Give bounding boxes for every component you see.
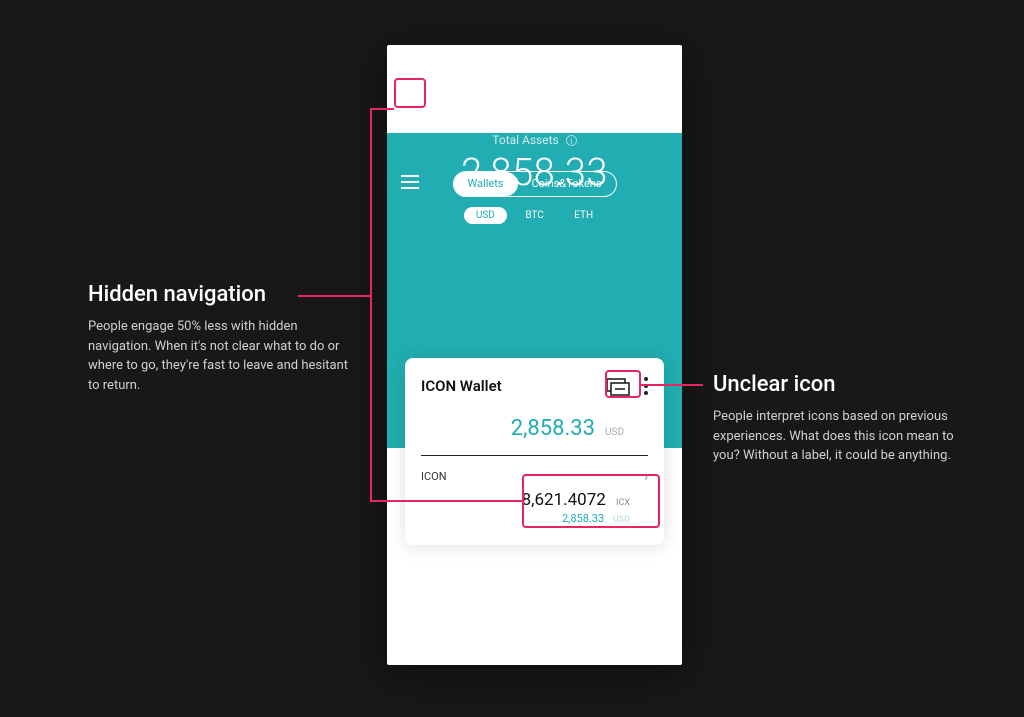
more-icon[interactable] — [644, 377, 648, 395]
coin-fiat: 2,858.33 — [562, 512, 604, 525]
tab-wallets[interactable]: Wallets — [453, 172, 517, 196]
coin-fiat-symbol: USD — [613, 515, 630, 525]
tab-coins-tokens[interactable]: Coins&Tokens — [517, 172, 615, 196]
coin-amount-symbol: ICX — [616, 498, 630, 508]
phone-mockup: Wallets Coins&Tokens Total Assets i 2,85… — [387, 45, 682, 665]
wallet-card-title: ICON Wallet — [421, 377, 606, 395]
annotation-left-body: People engage 50% less with hidden navig… — [88, 317, 358, 395]
currency-usd[interactable]: USD — [464, 207, 507, 224]
annotation-hidden-navigation: Hidden navigation People engage 50% less… — [88, 282, 358, 395]
swap-icon[interactable] — [606, 376, 630, 396]
segment-toggle[interactable]: Wallets Coins&Tokens — [452, 171, 616, 197]
currency-btc[interactable]: BTC — [513, 207, 555, 224]
annotation-right-body: People interpret icons based on previous… — [713, 407, 983, 466]
annotation-unclear-icon: Unclear icon People interpret icons base… — [713, 372, 983, 466]
info-icon[interactable]: i — [566, 135, 577, 146]
annotation-left-title: Hidden navigation — [88, 282, 358, 307]
hamburger-menu-icon[interactable] — [401, 175, 423, 193]
chevron-right-icon: › — [644, 470, 648, 484]
wallet-card-header: ICON Wallet — [405, 358, 664, 410]
balance-value: 2,858.33 — [511, 416, 595, 441]
coin-name: ICON — [421, 470, 644, 484]
connector-line — [370, 108, 372, 502]
wallet-card: ICON Wallet 2,858.33 USD ICON › 8,6 — [405, 358, 664, 545]
coin-amount: 8,621.4072 — [522, 490, 606, 510]
annotation-right-title: Unclear icon — [713, 372, 983, 397]
wallet-card-balance: 2,858.33 USD — [421, 410, 648, 456]
coin-row[interactable]: ICON › 8,621.4072 ICX 2,858.33 USD — [405, 456, 664, 545]
currency-selector: USD BTC ETH — [387, 207, 682, 224]
balance-symbol: USD — [605, 427, 624, 438]
total-assets-label: Total Assets i — [387, 133, 682, 147]
currency-eth[interactable]: ETH — [562, 207, 605, 224]
